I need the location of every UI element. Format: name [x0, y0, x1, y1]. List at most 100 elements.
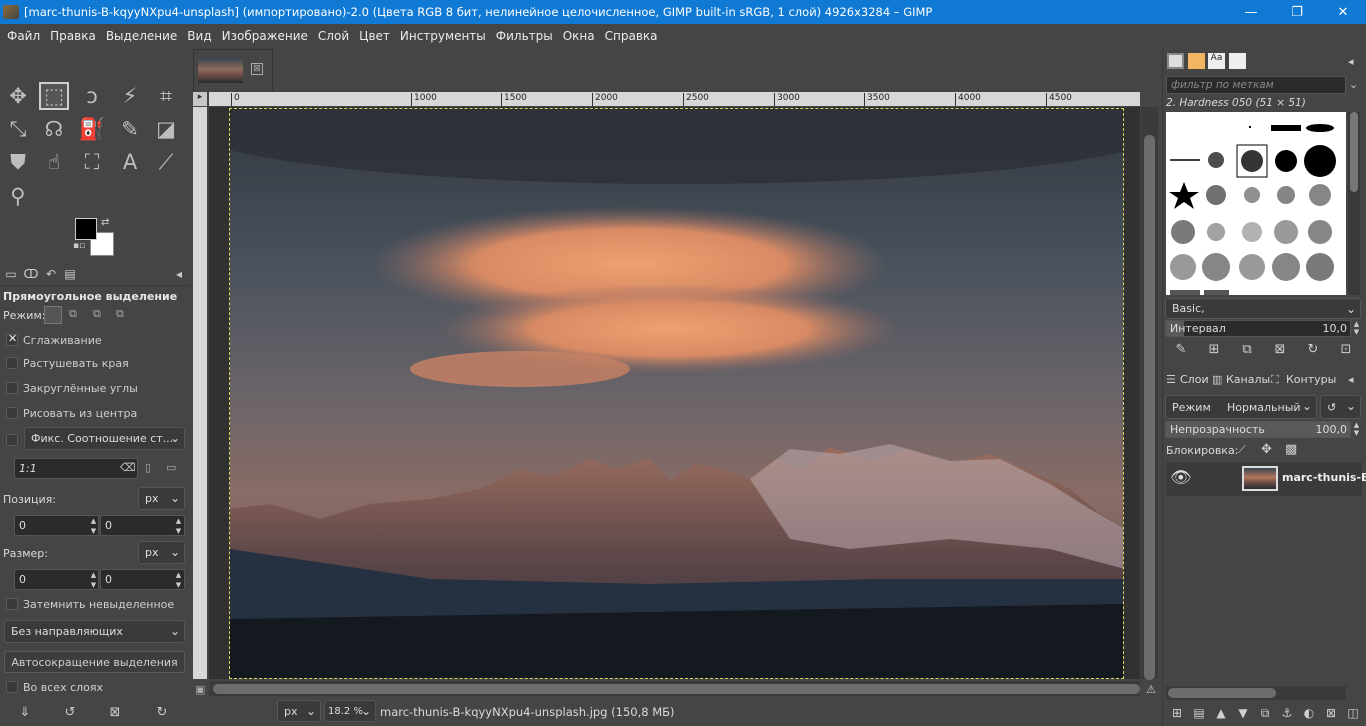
brush-tag-filter[interactable]: фильтр по меткам: [1166, 76, 1346, 94]
layer-mode-dropdown[interactable]: Режим Нормальный ⌄: [1165, 395, 1317, 419]
dock-menu-icon[interactable]: ◂: [1348, 373, 1354, 386]
mode-intersect-icon[interactable]: ⧉: [116, 307, 124, 321]
new-brush-icon[interactable]: ⊞: [1204, 342, 1224, 357]
fuzzy-select-tool-icon[interactable]: ⚡: [115, 82, 145, 110]
duplicate-brush-icon[interactable]: ⧉: [1237, 342, 1257, 357]
save-options-icon[interactable]: ⇓: [15, 705, 35, 720]
patterns-tab-icon[interactable]: [1188, 53, 1205, 69]
dock-menu-icon[interactable]: ◂: [170, 267, 188, 284]
size-w-spinner[interactable]: ▲ ▼: [88, 570, 99, 590]
crop-tool-icon[interactable]: ⌗: [151, 82, 181, 110]
chevron-down-icon[interactable]: ⌄: [1349, 78, 1358, 91]
brush-grid-scrollbar[interactable]: [1348, 112, 1360, 295]
feather-checkbox[interactable]: [6, 357, 18, 369]
dock-menu-icon[interactable]: ◂: [1348, 55, 1354, 68]
menu-windows[interactable]: Окна: [558, 29, 600, 43]
position-y-spinner[interactable]: ▲ ▼: [173, 516, 184, 536]
ruler-corner-icon[interactable]: ▸: [193, 92, 207, 106]
autoshrink-button[interactable]: Автосокращение выделения: [4, 651, 185, 673]
new-layer-icon[interactable]: ⊞: [1167, 706, 1187, 720]
delete-layer-icon[interactable]: ⊠: [1321, 706, 1341, 720]
brush-spacing-slider[interactable]: Интервал 10,0: [1165, 320, 1351, 337]
unified-transform-tool-icon[interactable]: ⤡: [3, 115, 33, 143]
layer-menu-icon[interactable]: ◫: [1343, 706, 1363, 720]
color-picker-tool-icon[interactable]: ⟋: [151, 148, 181, 176]
rect-select-tool-icon[interactable]: ⬚: [39, 82, 69, 110]
opacity-slider[interactable]: Непрозрачность 100,0: [1165, 421, 1351, 438]
lock-pixels-icon[interactable]: ⟋: [1238, 443, 1246, 457]
mode-subtract-icon[interactable]: ⧉: [93, 307, 101, 321]
clear-input-icon[interactable]: ⌫: [120, 461, 136, 474]
image-tab[interactable]: ⊠: [193, 49, 273, 91]
menu-image[interactable]: Изображение: [217, 29, 313, 43]
text-tool-icon[interactable]: A: [115, 148, 145, 176]
tool-options-tab-icon[interactable]: ▭: [2, 267, 20, 284]
fixed-ratio-dropdown[interactable]: Фикс. Соотношение ст... ⌄: [24, 427, 185, 450]
brushes-tab-icon[interactable]: [1167, 53, 1184, 69]
landscape-icon[interactable]: ▭: [166, 461, 176, 474]
lock-alpha-icon[interactable]: ▩: [1285, 442, 1297, 457]
rounded-corners-checkbox[interactable]: [6, 382, 18, 394]
position-x-input[interactable]: 0: [14, 515, 99, 536]
new-layer-group-icon[interactable]: ▤: [1189, 706, 1209, 720]
menu-layer[interactable]: Слой: [313, 29, 354, 43]
duplicate-layer-icon[interactable]: ⧉: [1255, 706, 1275, 721]
brush-grid-scroll-thumb[interactable]: [1350, 112, 1358, 192]
vertical-scroll-thumb[interactable]: [1144, 135, 1155, 680]
layer-mode-reset-button[interactable]: ↺ ⌄: [1320, 395, 1361, 419]
lower-layer-icon[interactable]: ▼: [1233, 706, 1253, 720]
tab-channels[interactable]: Каналы: [1226, 373, 1270, 386]
smudge-tool-icon[interactable]: ☝: [39, 148, 69, 176]
layer-row[interactable]: 👁 marc-thunis-B: [1166, 462, 1366, 496]
swap-colors-icon[interactable]: ⇄: [101, 217, 109, 228]
document-history-tab-icon[interactable]: [1229, 53, 1246, 69]
opacity-spinner[interactable]: ▲ ▼: [1351, 421, 1362, 438]
brush-spacing-spinner[interactable]: ▲ ▼: [1351, 320, 1362, 337]
free-select-tool-icon[interactable]: ↄ: [77, 82, 107, 110]
navigate-icon[interactable]: ⚠: [1146, 683, 1156, 696]
reset-options-icon[interactable]: ↻: [152, 705, 172, 720]
fixed-ratio-checkbox[interactable]: [6, 434, 18, 446]
menu-file[interactable]: Файл: [2, 29, 45, 43]
menu-view[interactable]: Вид: [182, 29, 216, 43]
menu-help[interactable]: Справка: [600, 29, 663, 43]
reset-colors-icon[interactable]: ▪▫: [73, 241, 85, 251]
portrait-icon[interactable]: ▯: [145, 461, 151, 474]
layers-hscroll-thumb[interactable]: [1168, 688, 1276, 698]
eye-icon[interactable]: 👁: [1170, 468, 1192, 488]
delete-options-icon[interactable]: ⊠: [105, 705, 125, 720]
close-tab-icon[interactable]: ⊠: [251, 63, 263, 75]
undo-history-tab-icon[interactable]: ↶: [42, 267, 60, 284]
delete-brush-icon[interactable]: ⊠: [1270, 342, 1290, 357]
mode-add-icon[interactable]: ⧉: [69, 307, 77, 321]
raise-layer-icon[interactable]: ▲: [1211, 706, 1231, 720]
bucket-fill-tool-icon[interactable]: ⛽: [77, 115, 107, 143]
position-x-spinner[interactable]: ▲ ▼: [88, 516, 99, 536]
status-unit-dropdown[interactable]: px ⌄: [277, 700, 321, 722]
minimize-button[interactable]: —: [1228, 0, 1274, 24]
refresh-brushes-icon[interactable]: ↻: [1303, 342, 1323, 357]
from-center-checkbox[interactable]: [6, 407, 18, 419]
fonts-tab-icon[interactable]: Aa: [1208, 53, 1225, 69]
menu-colors[interactable]: Цвет: [354, 29, 395, 43]
brushes-as-image-icon[interactable]: ⊡: [1336, 342, 1356, 357]
paths-tool-icon[interactable]: ⛶: [77, 148, 107, 176]
zoom-dropdown[interactable]: 18.2 % ⌄: [324, 700, 376, 722]
size-unit-dropdown[interactable]: px ⌄: [138, 541, 185, 564]
layers-hscrollbar[interactable]: [1166, 686, 1346, 700]
menu-select[interactable]: Выделение: [101, 29, 182, 43]
zoom-tool-icon[interactable]: ⚲: [3, 182, 33, 210]
quick-mask-icon[interactable]: ▣: [195, 683, 205, 696]
brush-grid[interactable]: [1166, 112, 1346, 295]
guides-dropdown[interactable]: Без направляющих ⌄: [4, 620, 185, 643]
image-canvas[interactable]: [229, 108, 1124, 679]
highlight-checkbox[interactable]: [6, 598, 18, 610]
device-status-tab-icon[interactable]: ↀ: [22, 267, 40, 284]
clone-tool-icon[interactable]: ⛊: [3, 148, 33, 176]
all-layers-checkbox[interactable]: [6, 681, 18, 693]
size-h-spinner[interactable]: ▲ ▼: [173, 570, 184, 590]
images-tab-icon[interactable]: ▤: [61, 267, 79, 284]
tab-paths[interactable]: Контуры: [1286, 373, 1336, 386]
anchor-layer-icon[interactable]: ⚓: [1277, 706, 1297, 720]
horizontal-ruler[interactable]: 0 1000 1500 2000 2500 3000 3500 4000 4500: [209, 92, 1140, 106]
